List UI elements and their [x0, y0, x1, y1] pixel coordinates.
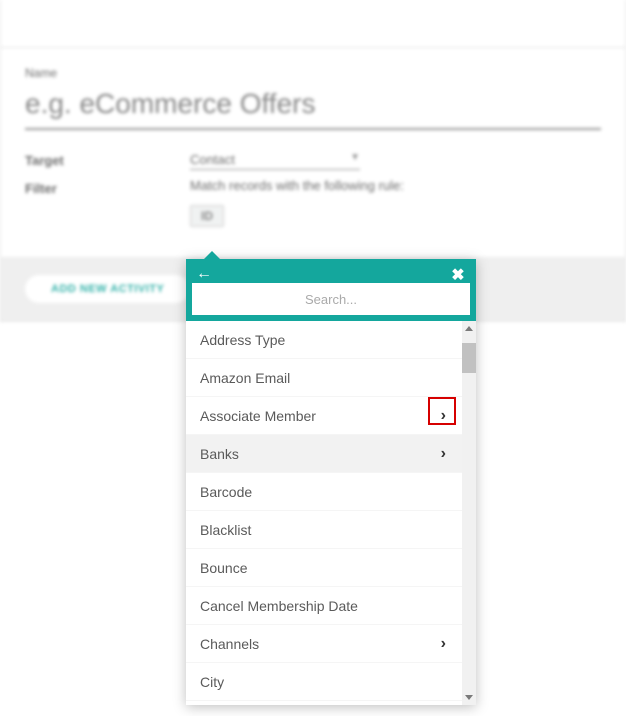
- list-item-label: Amazon Email: [200, 370, 290, 386]
- list-item-label: City: [200, 674, 224, 690]
- filter-label: Filter: [25, 178, 190, 227]
- filter-value-wrap: Match records with the following rule: I…: [190, 178, 601, 227]
- search-input[interactable]: [192, 283, 470, 315]
- scroll-down-icon[interactable]: [465, 695, 473, 700]
- chevron-right-icon[interactable]: ›: [441, 445, 446, 463]
- back-arrow-icon[interactable]: ←: [194, 265, 214, 283]
- scroll-up-icon[interactable]: [465, 326, 473, 331]
- dropdown-list: Address Type Amazon Email Associate Memb…: [186, 321, 476, 705]
- list-item-banks[interactable]: Banks ›: [186, 435, 462, 473]
- target-selected: Contact: [190, 152, 235, 167]
- caret-down-icon: ▼: [350, 152, 360, 163]
- dropdown-header: ← ✖: [186, 259, 476, 321]
- list-item-label: Address Type: [200, 332, 285, 348]
- list-item-blacklist[interactable]: Blacklist: [186, 511, 462, 549]
- target-value-wrap: Contact ▼: [190, 150, 601, 170]
- list-item-amazon-email[interactable]: Amazon Email: [186, 359, 462, 397]
- top-bar: [1, 0, 625, 48]
- list-item-cancel-membership-date[interactable]: Cancel Membership Date: [186, 587, 462, 625]
- list-item-city[interactable]: City: [186, 663, 462, 701]
- target-label: Target: [25, 150, 190, 170]
- popover-arrow-icon: [204, 251, 220, 259]
- list-item-address-type[interactable]: Address Type: [186, 321, 462, 359]
- name-input[interactable]: [25, 84, 601, 130]
- chevron-right-icon[interactable]: ›: [441, 407, 446, 425]
- close-icon[interactable]: ✖: [448, 265, 468, 285]
- filter-description: Match records with the following rule:: [190, 178, 601, 193]
- list-item-label: Channels: [200, 636, 259, 652]
- list-item-associate-member[interactable]: Associate Member ›: [186, 397, 462, 435]
- list-item-label: Cancel Membership Date: [200, 598, 358, 614]
- list-item-city-of-address[interactable]: City of Address: [186, 701, 462, 705]
- list-item-label: Bounce: [200, 560, 247, 576]
- target-select[interactable]: Contact ▼: [190, 150, 360, 170]
- form-body: Name Target Contact ▼ Filter Match recor…: [1, 48, 625, 227]
- list-item-label: Banks: [200, 446, 239, 462]
- filter-row: Filter Match records with the following …: [25, 178, 601, 227]
- list-item-label: Barcode: [200, 484, 252, 500]
- name-label: Name: [25, 66, 601, 80]
- field-selector-dropdown: ← ✖ Address Type Amazon Email Associate …: [186, 259, 476, 705]
- add-new-activity-button[interactable]: ADD NEW ACTIVITY: [25, 275, 190, 303]
- list-item-bounce[interactable]: Bounce: [186, 549, 462, 587]
- list-item-label: Associate Member: [200, 408, 316, 424]
- list-item-barcode[interactable]: Barcode: [186, 473, 462, 511]
- target-row: Target Contact ▼: [25, 150, 601, 170]
- filter-field-chip[interactable]: ID: [190, 205, 224, 227]
- name-field: Name: [25, 66, 601, 130]
- list-item-label: Blacklist: [200, 522, 251, 538]
- scrollbar-track[interactable]: [462, 321, 476, 705]
- list-item-channels[interactable]: Channels ›: [186, 625, 462, 663]
- chevron-right-icon[interactable]: ›: [441, 635, 446, 653]
- scrollbar-thumb[interactable]: [462, 343, 476, 373]
